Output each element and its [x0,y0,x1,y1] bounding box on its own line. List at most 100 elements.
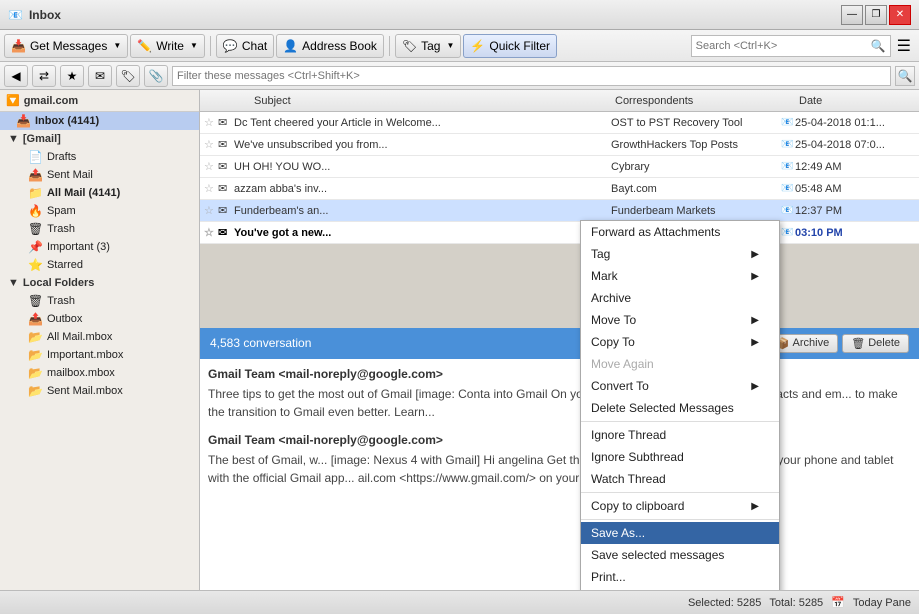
correspondents-col-header[interactable]: Correspondents [611,95,781,107]
star-icon[interactable]: ☆ [204,138,218,151]
ctx-watch-thread[interactable]: Watch Thread [581,468,779,490]
sidebar-item-important-mbox[interactable]: 📂 Important.mbox [0,346,199,364]
hamburger-menu-icon[interactable]: ☰ [893,36,915,56]
ctx-tag[interactable]: Tag ▶ [581,243,779,265]
sidebar-item-important[interactable]: 📌 Important (3) [0,238,199,256]
context-menu: Forward as Attachments Tag ▶ Mark ▶ Arch… [580,220,780,590]
star-icon[interactable]: ☆ [204,226,218,239]
ctx-ignore-thread[interactable]: Ignore Thread [581,424,779,446]
ctx-save-as-label: Save As... [591,526,645,540]
sidebar-item-drafts[interactable]: 📄 Drafts [0,148,199,166]
get-messages-arrow-icon: ▼ [113,41,121,50]
close-button[interactable]: ✕ [889,5,911,25]
ctx-save-as[interactable]: Save As... [581,522,779,544]
mailbox-mbox-label: mailbox.mbox [47,367,115,379]
get-messages-button[interactable]: 📥 Get Messages ▼ [4,34,128,58]
sidebar-item-starred[interactable]: ⭐ Starred [0,256,199,274]
tag-filter-icon[interactable]: 🏷 [116,65,140,87]
ctx-ignore-subthread[interactable]: Ignore Subthread [581,446,779,468]
sidebar-item-all-mail-mbox[interactable]: 📂 All Mail.mbox [0,328,199,346]
ctx-delete-selected-label: Delete Selected Messages [591,401,734,415]
all-mail-label: All Mail (4141) [47,187,120,199]
minimize-button[interactable]: — [841,5,863,25]
preview-item-1: Gmail Team <mail-noreply@google.com> Thr… [208,367,911,421]
read-icon: 📧 [781,183,795,194]
sidebar-item-spam[interactable]: 🔥 Spam [0,202,199,220]
sidebar-item-mailbox-mbox[interactable]: 📂 mailbox.mbox [0,364,199,382]
back-button[interactable]: ◀ [4,65,28,87]
mail-filter-icon[interactable]: ✉ [88,65,112,87]
quick-filter-button[interactable]: ⚡ Quick Filter [463,34,557,58]
email-correspondent: Bayt.com [611,183,781,195]
thread-icon[interactable]: ⇄ [32,65,56,87]
thread-icon: ✉ [218,182,234,195]
sidebar-item-sent[interactable]: 📤 Sent Mail [0,166,199,184]
star-icon[interactable]: ☆ [204,182,218,195]
attach-filter-icon[interactable]: 📎 [144,65,168,87]
table-row[interactable]: ☆ ✉ Funderbeam's an... Funderbeam Market… [200,200,919,222]
starred-label: Starred [47,259,83,271]
ctx-print[interactable]: Print... [581,566,779,588]
email-correspondent: Funderbeam Markets [611,205,781,217]
star-filter-icon[interactable]: ★ [60,65,84,87]
email-correspondent: Cybrary [611,161,781,173]
drafts-label: Drafts [47,151,76,163]
ctx-get-selected[interactable]: Get Selected Messages [581,588,779,590]
thread-icon: ✉ [218,160,234,173]
star-icon[interactable]: ☆ [204,160,218,173]
ctx-mark[interactable]: Mark ▶ [581,265,779,287]
chat-button[interactable]: 💬 Chat [216,34,274,58]
search-input[interactable] [696,40,871,52]
address-book-button[interactable]: 👤 Address Book [276,34,384,58]
app-icon: 📧 [8,8,23,22]
sidebar-gmail-group[interactable]: ▼ [Gmail] [0,130,199,148]
filter-messages-input[interactable] [172,66,891,86]
all-mail-mbox-icon: 📂 [28,330,43,344]
today-pane-label[interactable]: Today Pane [853,597,911,609]
table-row[interactable]: ☆ ✉ UH OH! YOU WO... Cybrary 📧 12:49 AM [200,156,919,178]
main-toolbar: 📥 Get Messages ▼ ✏️ Write ▼ 💬 Chat 👤 Add… [0,30,919,62]
sidebar-item-sent-mail-mbox[interactable]: 📂 Sent Mail.mbox [0,382,199,400]
read-icon: 📧 [781,139,795,150]
ctx-convert-to[interactable]: Convert To ▶ [581,375,779,397]
search-icon: 🔍 [871,39,886,53]
ctx-save-selected[interactable]: Save selected messages [581,544,779,566]
star-icon[interactable]: ☆ [204,204,218,217]
ctx-delete-selected[interactable]: Delete Selected Messages [581,397,779,419]
ctx-forward-attachments[interactable]: Forward as Attachments [581,221,779,243]
table-row[interactable]: ☆ ✉ Dc Tent cheered your Article in Welc… [200,112,919,134]
ctx-copy-to-label: Copy To [591,335,635,349]
star-icon[interactable]: ☆ [204,116,218,129]
ctx-move-to[interactable]: Move To ▶ [581,309,779,331]
date-col-header[interactable]: Date [795,95,915,107]
tag-button[interactable]: 🏷 Tag ▼ [395,34,462,58]
restore-button[interactable]: ❐ [865,5,887,25]
window-controls: — ❐ ✕ [841,5,911,25]
content-area: Subject Correspondents Date ☆ ✉ Dc Tent … [200,90,919,590]
search-box[interactable]: 🔍 [691,35,891,57]
ctx-copy-to[interactable]: Copy To ▶ [581,331,779,353]
sidebar-local-group[interactable]: ▼ Local Folders [0,274,199,292]
write-button[interactable]: ✏️ Write ▼ [130,34,205,58]
ctx-archive[interactable]: Archive [581,287,779,309]
read-icon: 📧 [781,227,795,238]
sidebar-item-trash-gmail[interactable]: 🗑 Trash [0,220,199,238]
sidebar-item-inbox[interactable]: 📥 Inbox (4141) [0,112,199,130]
table-row[interactable]: ☆ ✉ We've unsubscribed you from... Growt… [200,134,919,156]
email-date: 25-04-2018 01:1... [795,117,915,129]
subject-col-header[interactable]: Subject [250,95,597,107]
sidebar-item-outbox[interactable]: 📤 Outbox [0,310,199,328]
table-row[interactable]: ☆ ✉ azzam abba's inv... Bayt.com 📧 05:48… [200,178,919,200]
account-header[interactable]: 🔽 gmail.com [0,90,199,112]
sidebar-item-all-mail[interactable]: 📁 All Mail (4141) [0,184,199,202]
ctx-copy-clipboard[interactable]: Copy to clipboard ▶ [581,495,779,517]
filter-search-button[interactable]: 🔍 [895,66,915,86]
preview-item-2: Gmail Team <mail-noreply@google.com> The… [208,433,911,487]
delete-button[interactable]: 🗑 Delete [842,334,909,353]
preview-text-1: Three tips to get the most out of Gmail … [208,385,911,421]
ctx-tag-label: Tag [591,247,610,261]
table-row[interactable]: ☆ ✉ You've got a new... APSense.com 📧 03… [200,222,919,244]
ctx-mark-label: Mark [591,269,618,283]
sent-mail-mbox-label: Sent Mail.mbox [47,385,123,397]
sidebar-item-trash-local[interactable]: 🗑 Trash [0,292,199,310]
